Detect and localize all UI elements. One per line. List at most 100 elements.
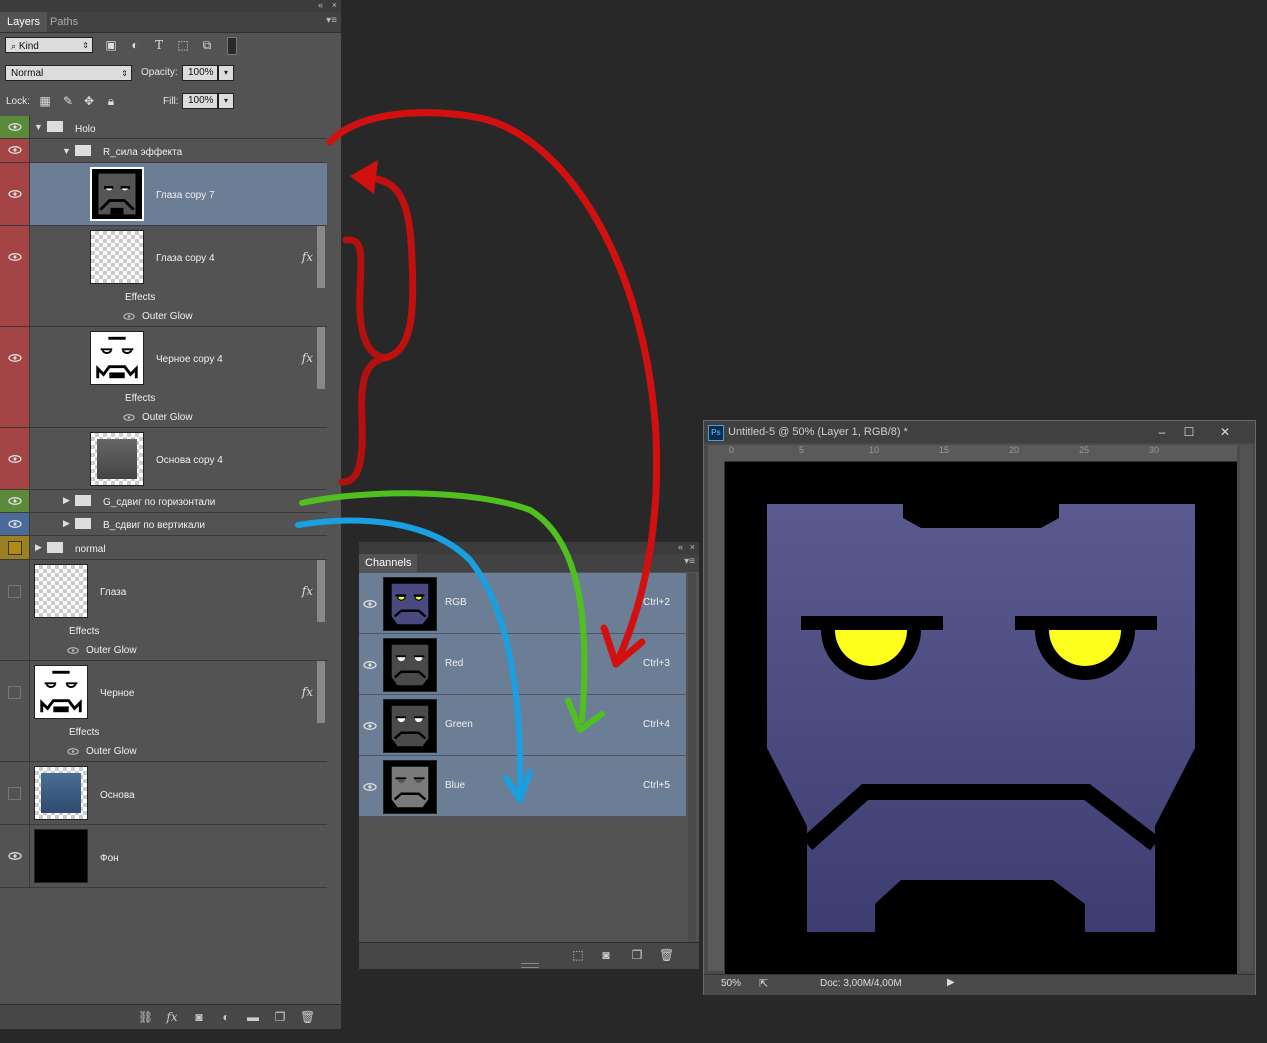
tab-channels[interactable]: Channels	[359, 554, 418, 572]
blend-mode-dropdown[interactable]: Normal ⇕	[5, 65, 132, 81]
new-layer-icon[interactable]: ❐	[273, 1010, 287, 1024]
visibility-toggle[interactable]	[0, 825, 30, 887]
type-filter-icon[interactable]: T	[152, 38, 166, 52]
eye-icon[interactable]	[363, 722, 377, 730]
channel-row-red[interactable]: Red Ctrl+3	[359, 634, 686, 695]
layer-row-background[interactable]: Фон	[0, 825, 327, 888]
scrollbar-thumb[interactable]	[317, 327, 325, 389]
adjustment-layer-icon[interactable]: ◐	[219, 1010, 233, 1024]
layer-row-eyes-copy-7[interactable]: Глаза copy 7	[0, 163, 327, 226]
add-style-fx-icon[interactable]: fx	[165, 1010, 179, 1024]
document-titlebar[interactable]: Ps Untitled-5 @ 50% (Layer 1, RGB/8) * ‒…	[704, 421, 1255, 443]
expand-triangle-icon[interactable]: ▼	[34, 122, 43, 132]
layer-row-g-group[interactable]: ▶ G_сдвиг по горизонтали	[0, 490, 327, 513]
layer-row-black-copy-4[interactable]: Черное copy 4 fx Effects Outer Glow	[0, 327, 327, 428]
filter-toggle-switch[interactable]	[227, 37, 237, 55]
visibility-toggle[interactable]	[0, 536, 30, 559]
collapse-icon[interactable]: «	[318, 0, 323, 10]
visibility-toggle[interactable]	[0, 428, 30, 489]
fx-icon[interactable]: fx	[302, 584, 313, 598]
expand-triangle-icon[interactable]: ▼	[62, 146, 71, 156]
layer-row-base-copy-4[interactable]: Основа copy 4	[0, 428, 327, 490]
lock-transparency-icon[interactable]: ▦	[38, 94, 52, 108]
lock-all-padlock-icon[interactable]: 🔒︎	[104, 94, 118, 108]
scrollbar-thumb[interactable]	[317, 560, 325, 622]
eye-icon[interactable]	[363, 783, 377, 791]
fx-icon[interactable]: fx	[302, 351, 313, 365]
add-mask-icon[interactable]: ◙	[192, 1010, 206, 1024]
adjustment-filter-icon[interactable]: ◐	[128, 38, 142, 52]
new-group-folder-icon[interactable]: ▬	[246, 1010, 260, 1024]
horizontal-ruler[interactable]: 0 5 10 15 20 25 30	[708, 445, 1237, 462]
visibility-toggle[interactable]	[0, 116, 30, 138]
close-window-button[interactable]: ✕	[1210, 423, 1240, 441]
layer-row-r-group[interactable]: ▼ R_сила эффекта	[0, 139, 327, 163]
link-layers-icon[interactable]: ⛓	[138, 1010, 153, 1024]
vertical-scrollbar[interactable]	[1240, 445, 1252, 971]
channel-row-blue[interactable]: Blue Ctrl+5	[359, 756, 686, 817]
effect-eye-icon[interactable]	[67, 647, 79, 654]
tab-layers[interactable]: Layers	[0, 12, 48, 32]
close-icon[interactable]: ×	[332, 0, 337, 10]
visibility-toggle[interactable]	[0, 327, 30, 427]
channel-row-green[interactable]: Green Ctrl+4	[359, 695, 686, 756]
save-selection-mask-icon[interactable]: ◙	[599, 948, 613, 962]
panel-menu-icon[interactable]: ▾≡	[684, 556, 695, 567]
effect-eye-icon[interactable]	[123, 313, 135, 320]
vertical-ruler[interactable]	[708, 461, 725, 971]
zoom-level[interactable]: 50%	[721, 978, 741, 989]
delete-trash-icon[interactable]: 🗑︎	[300, 1010, 315, 1024]
visibility-toggle[interactable]	[0, 490, 30, 512]
fx-icon[interactable]: fx	[302, 250, 313, 264]
pixel-filter-icon[interactable]: ▣	[104, 38, 118, 52]
delete-channel-trash-icon[interactable]: 🗑︎	[659, 948, 674, 962]
opacity-dropdown-button[interactable]: ▾	[218, 65, 234, 81]
layer-row-normal-group[interactable]: ▶ normal	[0, 536, 327, 560]
visibility-toggle[interactable]	[0, 163, 30, 225]
filter-kind-dropdown[interactable]: ⌕ Kind ⇕	[5, 37, 93, 53]
visibility-toggle[interactable]	[0, 513, 30, 535]
lock-image-brush-icon[interactable]: ✎	[61, 94, 75, 108]
collapse-icon[interactable]: «	[678, 542, 683, 552]
visibility-toggle[interactable]	[0, 762, 30, 824]
load-selection-icon[interactable]: ⬚	[571, 948, 585, 962]
eye-icon[interactable]	[363, 661, 377, 669]
visibility-toggle[interactable]	[0, 226, 30, 326]
channels-scrollbar[interactable]	[688, 573, 696, 943]
channel-row-rgb[interactable]: RGB Ctrl+2	[359, 573, 686, 634]
minimize-button[interactable]: ‒	[1147, 423, 1177, 441]
fill-dropdown-button[interactable]: ▾	[218, 93, 234, 109]
visibility-toggle[interactable]	[0, 560, 30, 660]
layer-row-eyes-copy-4[interactable]: Глаза copy 4 fx Effects Outer Glow	[0, 226, 327, 327]
maximize-button[interactable]: ☐	[1174, 423, 1204, 441]
effect-eye-icon[interactable]	[123, 414, 135, 421]
layer-row-holo[interactable]: ▼ Holo	[0, 116, 327, 139]
scrollbar-thumb[interactable]	[317, 661, 325, 723]
smart-object-filter-icon[interactable]: ⧉	[200, 38, 214, 52]
shape-filter-icon[interactable]: ⬚	[176, 38, 190, 52]
expand-triangle-icon[interactable]: ▶	[35, 542, 42, 553]
visibility-toggle[interactable]	[0, 661, 30, 761]
visibility-toggle[interactable]	[0, 139, 30, 162]
layer-row-black[interactable]: Черное fx Effects Outer Glow	[0, 661, 327, 762]
layer-row-base[interactable]: Основа	[0, 762, 327, 825]
close-icon[interactable]: ×	[690, 542, 695, 552]
expand-triangle-icon[interactable]: ▶	[63, 518, 70, 529]
eye-icon[interactable]	[363, 600, 377, 608]
opacity-input[interactable]: 100%	[182, 65, 218, 81]
share-export-icon[interactable]: ⇱	[759, 977, 768, 990]
effect-eye-icon[interactable]	[67, 748, 79, 755]
layer-row-eyes[interactable]: Глаза fx Effects Outer Glow	[0, 560, 327, 661]
scrollbar-thumb[interactable]	[317, 226, 325, 288]
lock-position-move-icon[interactable]: ✥	[82, 94, 96, 108]
expand-triangle-icon[interactable]: ▶	[63, 495, 70, 506]
fx-icon[interactable]: fx	[302, 685, 313, 699]
tab-paths[interactable]: Paths	[43, 12, 85, 32]
resize-grip-icon[interactable]	[521, 963, 539, 968]
canvas[interactable]	[725, 462, 1237, 974]
panel-menu-icon[interactable]: ▾≡	[326, 15, 337, 26]
layer-row-b-group[interactable]: ▶ B_сдвиг по вертикали	[0, 513, 327, 536]
fill-input[interactable]: 100%	[182, 93, 218, 109]
new-channel-icon[interactable]: ❐	[630, 948, 644, 962]
status-menu-arrow-icon[interactable]: ▶	[947, 977, 955, 988]
